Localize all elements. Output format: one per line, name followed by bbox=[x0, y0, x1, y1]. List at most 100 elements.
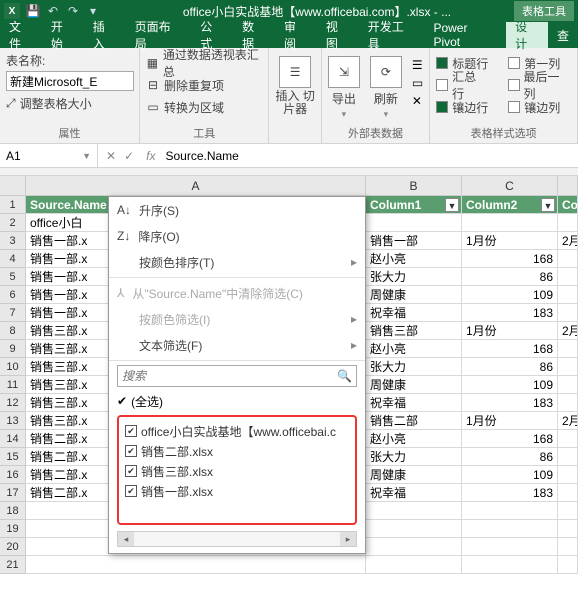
filter-item[interactable]: ✔销售二部.xlsx bbox=[125, 441, 349, 461]
tab-layout[interactable]: 页面布局 bbox=[126, 22, 192, 48]
first-col-checkbox[interactable] bbox=[508, 57, 520, 69]
cell[interactable]: 祝幸福 bbox=[366, 304, 462, 322]
header-row-checkbox[interactable] bbox=[436, 57, 448, 69]
table-header-col3[interactable]: Col bbox=[558, 196, 578, 214]
filter-item-checkbox[interactable]: ✔ bbox=[125, 445, 137, 457]
filter-item[interactable]: ✔销售三部.xlsx bbox=[125, 461, 349, 481]
row-header[interactable]: 15 bbox=[0, 448, 26, 466]
tab-data[interactable]: 数据 bbox=[233, 22, 275, 48]
filter-item[interactable]: ✔销售一部.xlsx bbox=[125, 481, 349, 501]
row-header[interactable]: 1 bbox=[0, 196, 26, 214]
cell[interactable]: 86 bbox=[462, 358, 558, 376]
cell[interactable]: 1月份 bbox=[462, 232, 558, 250]
tab-formula[interactable]: 公式 bbox=[191, 22, 233, 48]
row-header[interactable]: 13 bbox=[0, 412, 26, 430]
row-header[interactable]: 12 bbox=[0, 394, 26, 412]
cell[interactable]: 张大力 bbox=[366, 358, 462, 376]
cell[interactable]: 赵小亮 bbox=[366, 430, 462, 448]
filter-dropdown-icon[interactable]: ▼ bbox=[541, 198, 555, 212]
row-header[interactable]: 20 bbox=[0, 538, 26, 556]
filter-scrollbar[interactable]: ◂ ▸ bbox=[117, 531, 357, 547]
col-header-b[interactable]: B bbox=[366, 176, 462, 196]
tab-design[interactable]: 设计 bbox=[506, 22, 548, 48]
refresh-button[interactable]: ⟳刷新▾ bbox=[370, 52, 402, 120]
tab-insert[interactable]: 插入 bbox=[84, 22, 126, 48]
cell[interactable] bbox=[558, 376, 578, 394]
cell[interactable]: 祝幸福 bbox=[366, 394, 462, 412]
cell[interactable]: 168 bbox=[462, 340, 558, 358]
tab-review[interactable]: 审阅 bbox=[275, 22, 317, 48]
cell[interactable] bbox=[558, 286, 578, 304]
cell[interactable]: 1月份 bbox=[462, 322, 558, 340]
confirm-icon[interactable]: ✓ bbox=[124, 149, 134, 163]
insert-slicer-button[interactable]: ☰ 插入 切片器 bbox=[275, 52, 314, 116]
row-header[interactable]: 6 bbox=[0, 286, 26, 304]
cell[interactable]: 2月 bbox=[558, 412, 578, 430]
scroll-left-icon[interactable]: ◂ bbox=[118, 532, 134, 546]
cell[interactable]: 183 bbox=[462, 394, 558, 412]
row-header[interactable]: 8 bbox=[0, 322, 26, 340]
cell[interactable] bbox=[558, 268, 578, 286]
cell[interactable]: 109 bbox=[462, 466, 558, 484]
cancel-icon[interactable]: ✕ bbox=[106, 149, 116, 163]
cell[interactable]: 1月份 bbox=[462, 412, 558, 430]
tab-home[interactable]: 开始 bbox=[42, 22, 84, 48]
total-row-checkbox[interactable] bbox=[436, 79, 448, 91]
cell[interactable] bbox=[558, 538, 578, 556]
export-button[interactable]: ⇲导出▾ bbox=[328, 52, 360, 120]
cell[interactable]: 183 bbox=[462, 484, 558, 502]
qat-more-icon[interactable]: ▾ bbox=[86, 4, 100, 18]
row-header[interactable]: 16 bbox=[0, 466, 26, 484]
cell[interactable] bbox=[558, 430, 578, 448]
filter-item-checkbox[interactable]: ✔ bbox=[125, 465, 137, 477]
text-filter[interactable]: 文本筛选(F)▸ bbox=[109, 332, 365, 358]
tab-search[interactable]: 查 bbox=[548, 22, 578, 48]
cell[interactable] bbox=[366, 556, 462, 574]
row-header[interactable]: 2 bbox=[0, 214, 26, 232]
cell[interactable] bbox=[558, 556, 578, 574]
cell[interactable] bbox=[462, 502, 558, 520]
cell[interactable] bbox=[462, 556, 558, 574]
cell[interactable]: 86 bbox=[462, 448, 558, 466]
cell[interactable]: 109 bbox=[462, 286, 558, 304]
filter-search-input[interactable] bbox=[122, 369, 337, 383]
tab-powerpivot[interactable]: Power Pivot bbox=[424, 22, 506, 48]
table-name-input[interactable] bbox=[6, 71, 134, 91]
cell[interactable] bbox=[462, 214, 558, 232]
sort-asc[interactable]: A↓升序(S) bbox=[109, 197, 365, 223]
row-header[interactable]: 19 bbox=[0, 520, 26, 538]
cell[interactable]: 赵小亮 bbox=[366, 250, 462, 268]
cell[interactable] bbox=[462, 538, 558, 556]
cell[interactable]: 周健康 bbox=[366, 376, 462, 394]
cell[interactable]: 168 bbox=[462, 250, 558, 268]
formula-input[interactable] bbox=[159, 144, 578, 167]
filter-item-checkbox[interactable]: ✔ bbox=[125, 425, 137, 437]
filter-dropdown-icon[interactable]: ▼ bbox=[445, 198, 459, 212]
cell[interactable]: 168 bbox=[462, 430, 558, 448]
cell[interactable] bbox=[558, 520, 578, 538]
cell[interactable]: 86 bbox=[462, 268, 558, 286]
pivot-summary-button[interactable]: ▦通过数据透视表汇总 bbox=[146, 52, 262, 74]
row-header[interactable]: 11 bbox=[0, 376, 26, 394]
cell[interactable] bbox=[366, 214, 462, 232]
row-header[interactable]: 18 bbox=[0, 502, 26, 520]
cell[interactable]: 销售二部 bbox=[366, 412, 462, 430]
banded-row-checkbox[interactable] bbox=[436, 101, 448, 113]
cell[interactable] bbox=[558, 394, 578, 412]
cell[interactable]: 109 bbox=[462, 376, 558, 394]
cell[interactable] bbox=[558, 250, 578, 268]
undo-icon[interactable]: ↶ bbox=[46, 4, 60, 18]
filter-item[interactable]: ✔office小白实战基地【www.officebai.c bbox=[125, 421, 349, 441]
col-header-c[interactable]: C bbox=[462, 176, 558, 196]
col-header-d[interactable] bbox=[558, 176, 578, 196]
banded-col-checkbox[interactable] bbox=[508, 101, 520, 113]
cell[interactable] bbox=[366, 502, 462, 520]
row-header[interactable]: 4 bbox=[0, 250, 26, 268]
cell[interactable] bbox=[462, 520, 558, 538]
redo-icon[interactable]: ↷ bbox=[66, 4, 80, 18]
cell[interactable]: 销售一部 bbox=[366, 232, 462, 250]
row-header[interactable]: 14 bbox=[0, 430, 26, 448]
resize-table-button[interactable]: ⤢调整表格大小 bbox=[6, 95, 133, 112]
table-header-col2[interactable]: Column2▼ bbox=[462, 196, 558, 214]
cell[interactable] bbox=[26, 556, 366, 574]
